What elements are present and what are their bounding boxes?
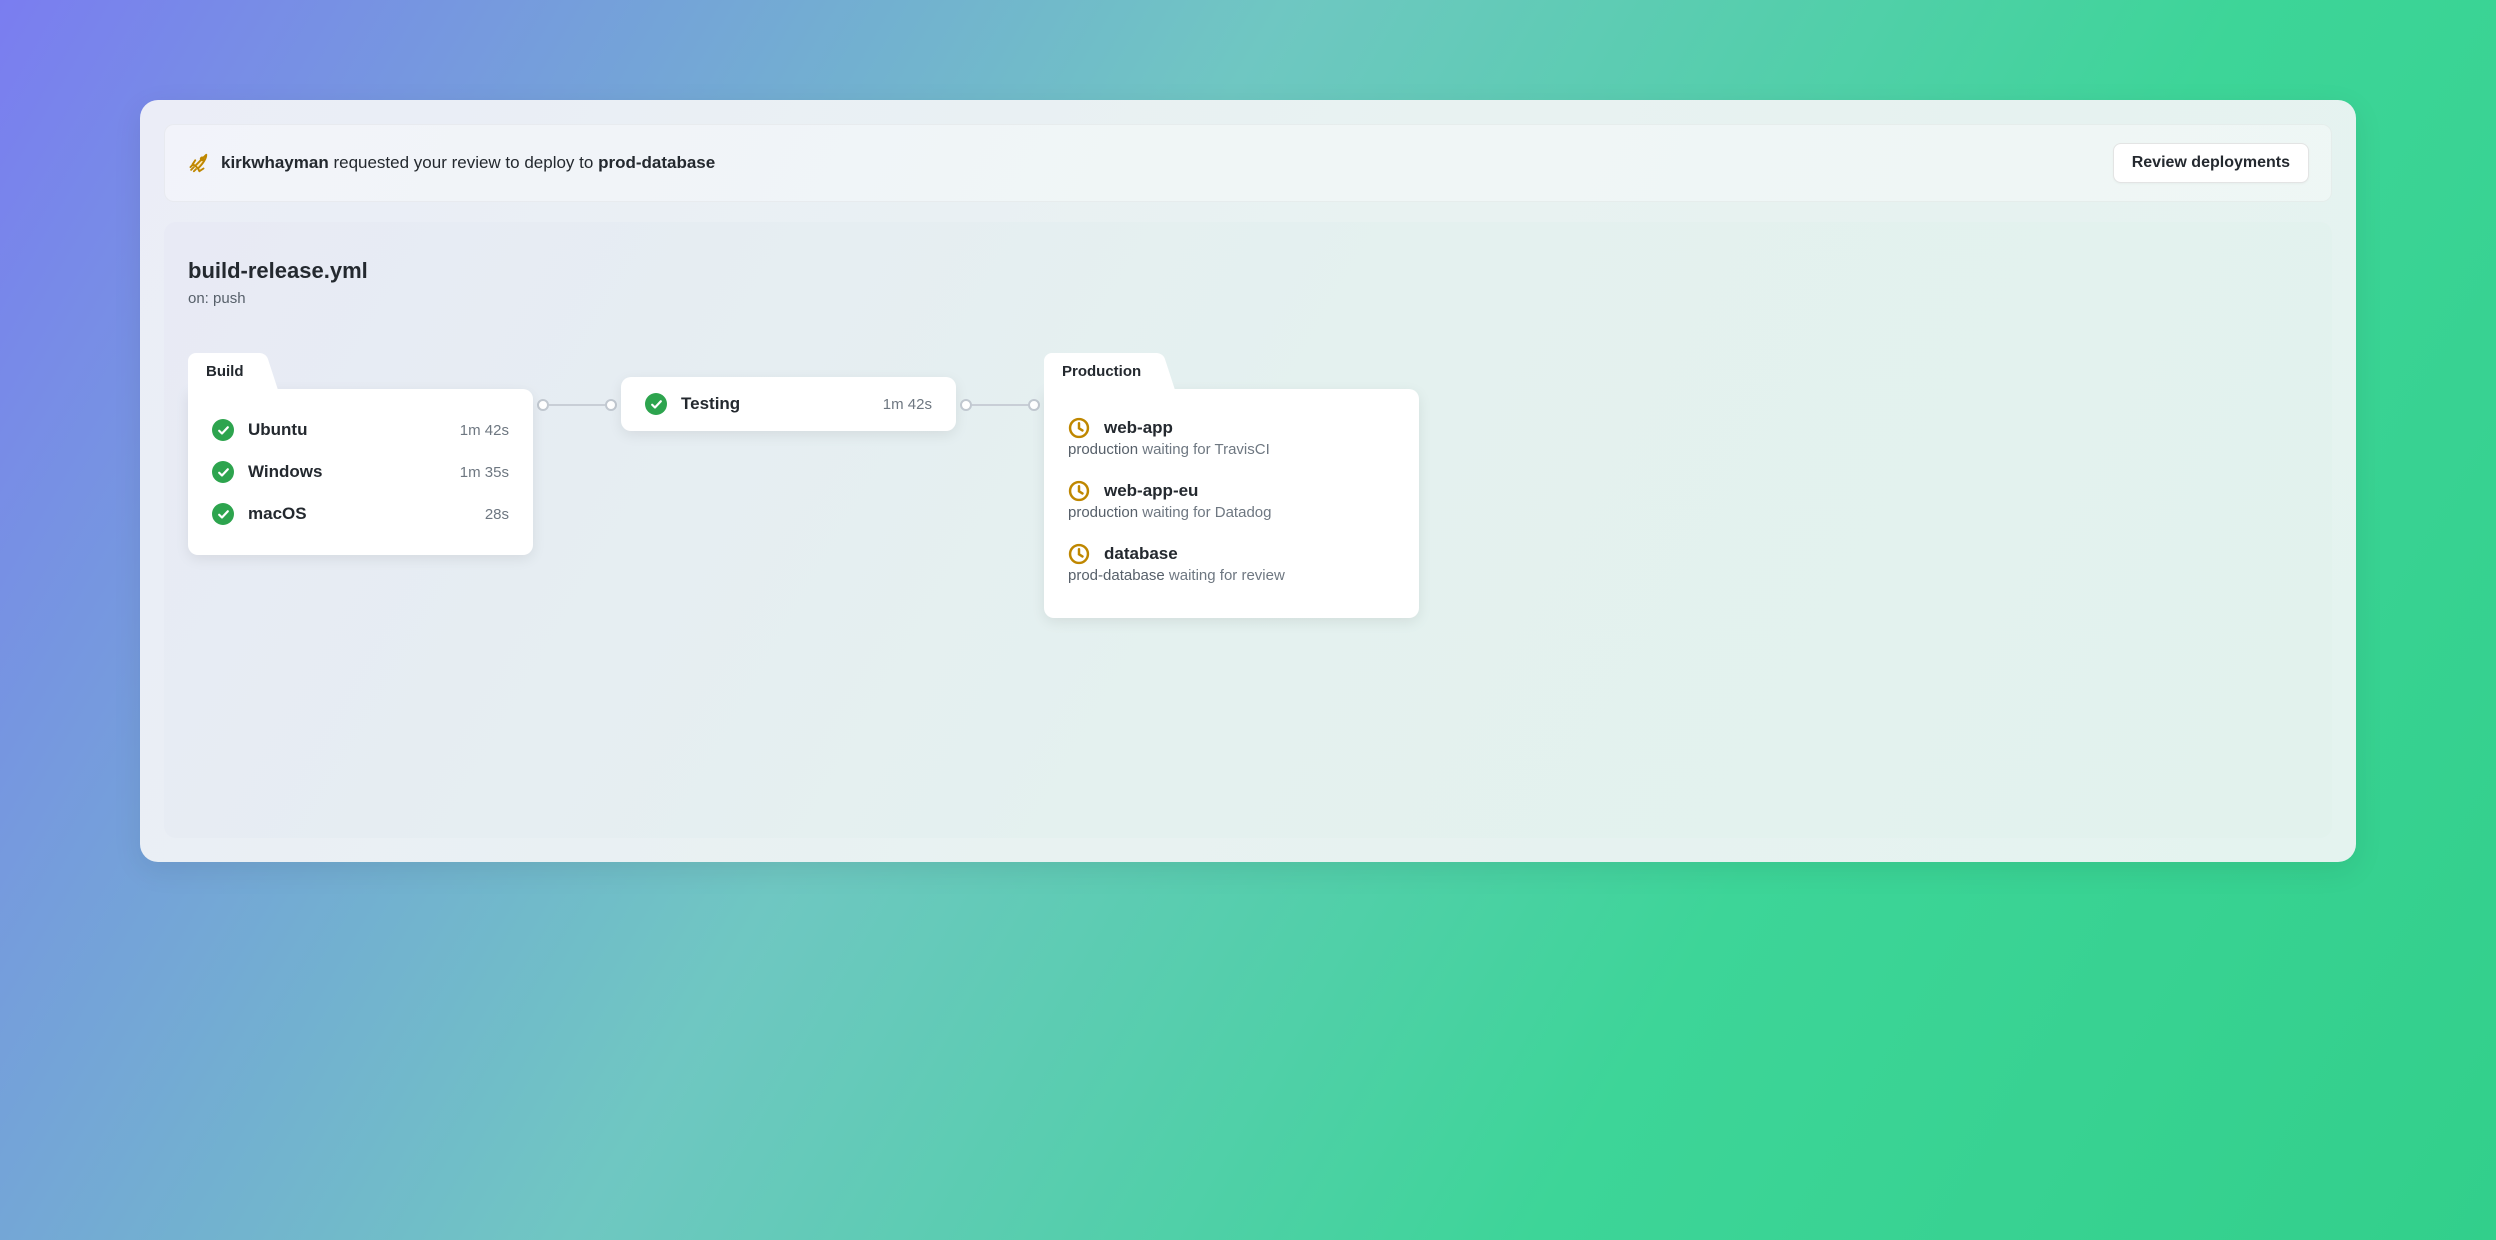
stage-testing-card[interactable]: Testing 1m 42s: [621, 377, 956, 431]
job-name: web-app-eu: [1104, 481, 1198, 501]
job-env: production: [1068, 441, 1138, 458]
banner-message: kirkwhayman requested your review to dep…: [187, 152, 715, 174]
job-name: Testing: [681, 394, 740, 414]
review-deployments-button[interactable]: Review deployments: [2113, 143, 2309, 183]
check-circle-icon: [212, 503, 234, 525]
job-row[interactable]: web-app-eu production waiting for Datado…: [1068, 472, 1395, 535]
job-name: macOS: [248, 504, 307, 524]
connector-dot-icon: [537, 399, 549, 411]
rocket-icon: [187, 152, 209, 174]
clock-icon: [1068, 480, 1090, 502]
job-waiting: waiting for review: [1165, 567, 1285, 584]
workflow-area: build-release.yml on: push Build Ubuntu …: [164, 222, 2332, 838]
clock-icon: [1068, 543, 1090, 565]
check-circle-icon: [212, 461, 234, 483]
connector-dot-icon: [605, 399, 617, 411]
job-row[interactable]: database prod-database waiting for revie…: [1068, 535, 1395, 598]
check-circle-icon: [212, 419, 234, 441]
job-row[interactable]: Windows 1m 35s: [212, 451, 509, 493]
job-duration: 1m 42s: [883, 396, 932, 413]
workflow-trigger: on: push: [188, 290, 2308, 307]
job-row[interactable]: macOS 28s: [212, 493, 509, 535]
workflow-graph: Build Ubuntu 1m 42s: [188, 353, 2308, 618]
job-row[interactable]: Ubuntu 1m 42s: [212, 409, 509, 451]
review-banner: kirkwhayman requested your review to dep…: [164, 124, 2332, 202]
connector-dot-icon: [1028, 399, 1040, 411]
job-status-text: production waiting for TravisCI: [1068, 441, 1395, 458]
job-waiting: waiting for TravisCI: [1138, 441, 1270, 458]
stage-production-tab: Production: [1044, 353, 1159, 390]
job-duration: 1m 35s: [460, 464, 509, 481]
job-status-text: production waiting for Datadog: [1068, 504, 1395, 521]
stage-build-tab: Build: [188, 353, 262, 390]
job-env: production: [1068, 504, 1138, 521]
connector-dot-icon: [960, 399, 972, 411]
job-status-text: prod-database waiting for review: [1068, 567, 1395, 584]
connector-line: [549, 404, 605, 406]
job-name: web-app: [1104, 418, 1173, 438]
job-duration: 28s: [485, 506, 509, 523]
connector: [533, 399, 621, 411]
banner-middle: requested your review to deploy to: [329, 153, 598, 172]
connector-line: [972, 404, 1028, 406]
check-circle-icon: [645, 393, 667, 415]
stage-production: Production web-app: [1044, 353, 1419, 618]
stage-build-card: Ubuntu 1m 42s Windows 1m 35s: [188, 389, 533, 555]
job-name: Windows: [248, 462, 322, 482]
connector: [956, 399, 1044, 411]
stage-build: Build Ubuntu 1m 42s: [188, 353, 533, 555]
job-row[interactable]: web-app production waiting for TravisCI: [1068, 409, 1395, 472]
banner-text: kirkwhayman requested your review to dep…: [221, 153, 715, 173]
job-env: prod-database: [1068, 567, 1165, 584]
job-waiting: waiting for Datadog: [1138, 504, 1271, 521]
job-name: database: [1104, 544, 1178, 564]
clock-icon: [1068, 417, 1090, 439]
stage-production-card: web-app production waiting for TravisCI: [1044, 389, 1419, 618]
workflow-title: build-release.yml: [188, 258, 2308, 284]
banner-actor: kirkwhayman: [221, 153, 329, 172]
main-panel: kirkwhayman requested your review to dep…: [140, 100, 2356, 862]
job-duration: 1m 42s: [460, 422, 509, 439]
job-name: Ubuntu: [248, 420, 307, 440]
banner-target: prod-database: [598, 153, 715, 172]
